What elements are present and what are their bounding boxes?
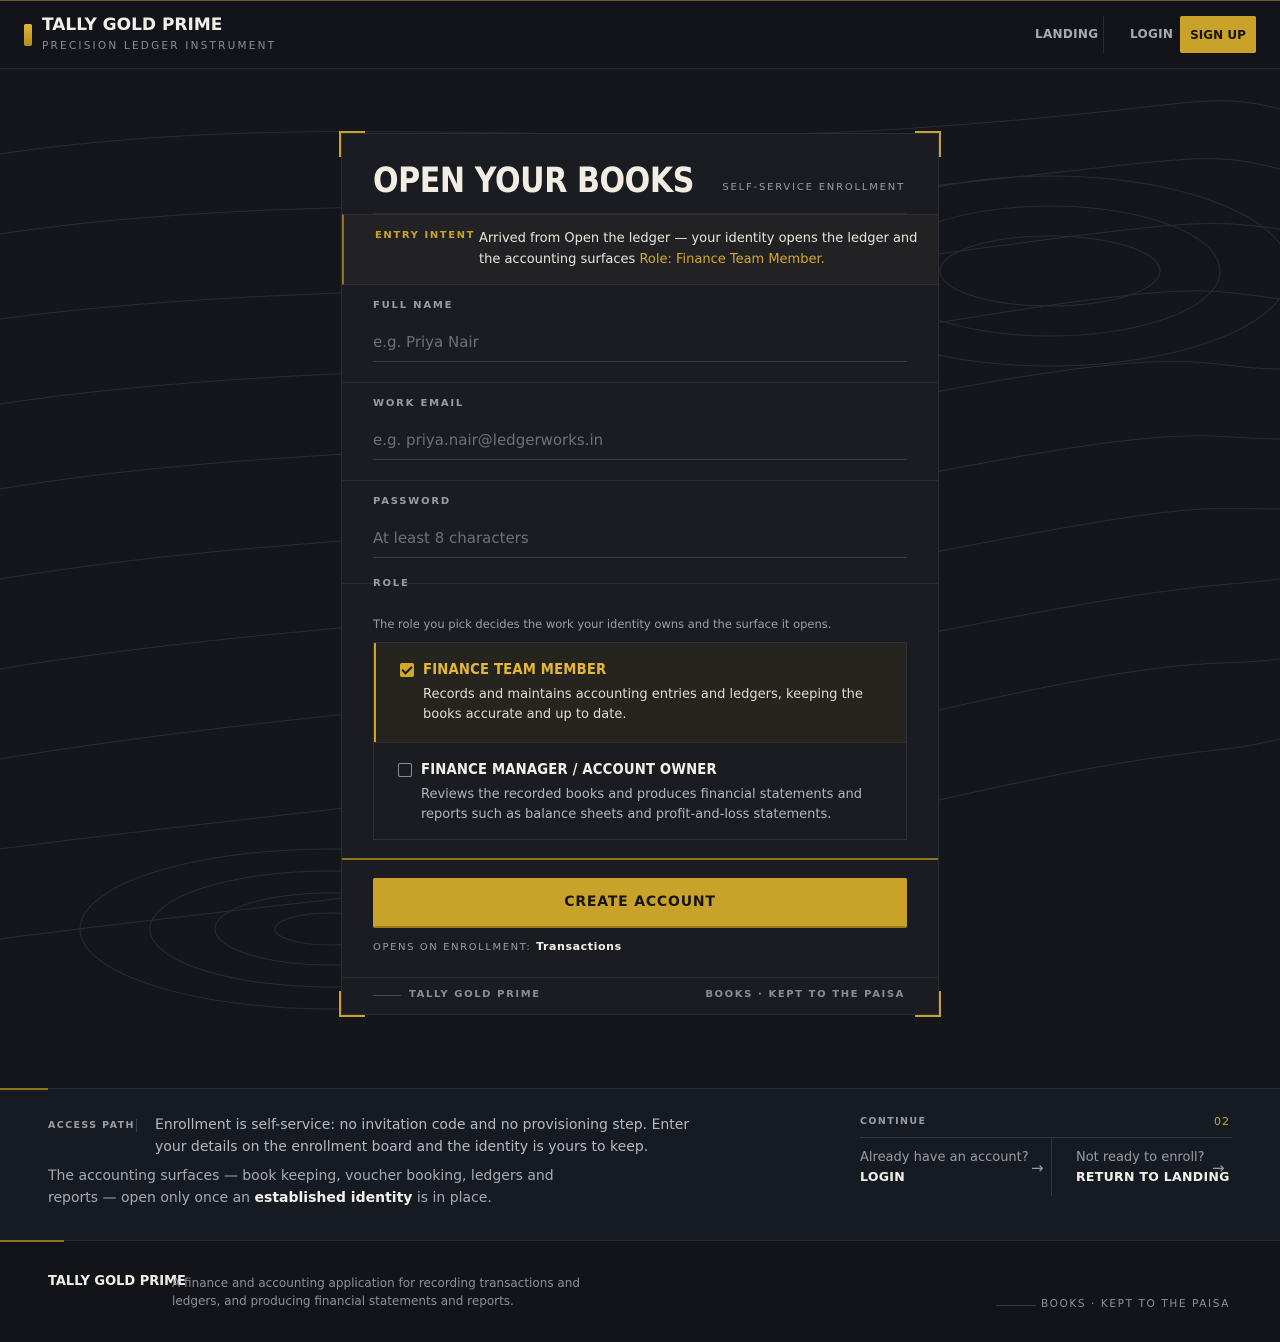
entry-intent-role: Role: Finance Team Member. (639, 252, 825, 267)
opens-value: Transactions (536, 940, 622, 953)
password-label: PASSWORD (373, 496, 452, 507)
divider (136, 1119, 137, 1132)
nav-signup-button[interactable]: SIGN UP (1180, 16, 1256, 53)
card-tag: SELF-SERVICE ENROLLMENT (722, 182, 905, 193)
opens-on-enrollment: OPENS ON ENROLLMENT: Transactions (373, 940, 622, 953)
divider (1051, 1138, 1052, 1196)
nav-divider (1103, 16, 1104, 53)
full-name-label: FULL NAME (373, 300, 454, 311)
create-account-button[interactable]: CREATE ACCOUNT (373, 878, 907, 928)
role-label: ROLE (373, 578, 410, 589)
work-email-field: WORK EMAIL (342, 383, 938, 481)
divider (342, 977, 938, 978)
full-name-field: FULL NAME (342, 285, 938, 383)
role-option-title: FINANCE MANAGER / ACCOUNT OWNER (421, 760, 717, 778)
footer-tagline: BOOKS · KEPT TO THE PAISA (1041, 1298, 1230, 1310)
card-footer-brand: TALLY GOLD PRIME (409, 989, 541, 1000)
checkbox-unchecked-icon[interactable] (398, 763, 412, 777)
entry-intent-label: ENTRY INTENT (375, 230, 476, 241)
access-path-text: Enrollment is self-service: no invitatio… (155, 1117, 690, 1155)
access-path-label: ACCESS PATH (48, 1120, 135, 1131)
divider (860, 1137, 1232, 1138)
accent-bar (0, 1088, 48, 1090)
landing-prompt: Not ready to enroll? (1076, 1150, 1205, 1165)
card-footer-tagline: BOOKS · KEPT TO THE PAISA (705, 989, 905, 1000)
brand-subtitle: PRECISION LEDGER INSTRUMENT (42, 40, 277, 52)
nav-login-link[interactable]: LOGIN (1130, 27, 1173, 41)
page-footer: TALLY GOLD PRIME A finance and accountin… (0, 1240, 1280, 1342)
opens-label: OPENS ON ENROLLMENT: (373, 942, 532, 953)
enrollment-card: OPEN YOUR BOOKS SELF-SERVICE ENROLLMENT … (341, 133, 939, 1015)
password-field: PASSWORD (342, 481, 938, 584)
checkbox-checked-icon[interactable] (400, 663, 414, 677)
work-email-label: WORK EMAIL (373, 398, 465, 409)
divider (996, 1305, 1036, 1306)
divider (373, 995, 401, 996)
brand-logo-icon (24, 24, 32, 46)
login-link[interactable]: LOGIN (860, 1169, 905, 1184)
card-title: OPEN YOUR BOOKS (373, 161, 694, 201)
divider (342, 858, 938, 860)
note-text-post: is in place. (412, 1190, 492, 1206)
role-option-title: FINANCE TEAM MEMBER (423, 660, 607, 678)
arrow-right-icon[interactable]: → (1031, 1159, 1044, 1177)
access-path-section: ACCESS PATH Enrollment is self-service: … (0, 1088, 1280, 1240)
continue-label: CONTINUE (860, 1116, 927, 1127)
role-option-desc: Records and maintains accounting entries… (423, 687, 863, 722)
work-email-input[interactable] (373, 420, 907, 460)
brand-name[interactable]: TALLY GOLD PRIME (42, 15, 222, 35)
footer-description: A finance and accounting application for… (172, 1276, 580, 1308)
arrow-right-icon[interactable]: → (1212, 1159, 1225, 1177)
full-name-input[interactable] (373, 322, 907, 362)
entry-intent-panel: ENTRY INTENT Arrived from Open the ledge… (342, 214, 938, 285)
login-prompt: Already have an account? (860, 1150, 1029, 1165)
role-option-desc: Reviews the recorded books and produces … (421, 787, 863, 822)
accent-bar (0, 1240, 64, 1242)
footer-brand: TALLY GOLD PRIME (48, 1274, 186, 1289)
role-option-finance-manager[interactable]: FINANCE MANAGER / ACCOUNT OWNER Reviews … (374, 742, 906, 841)
step-number: 02 (1214, 1115, 1230, 1128)
return-to-landing-link[interactable]: RETURN TO LANDING (1076, 1169, 1230, 1184)
top-bar: TALLY GOLD PRIME PRECISION LEDGER INSTRU… (0, 0, 1280, 69)
nav-landing-link[interactable]: LANDING (1035, 27, 1098, 41)
role-options: FINANCE TEAM MEMBER Records and maintain… (373, 642, 907, 840)
role-help-text: The role you pick decides the work your … (373, 617, 832, 631)
password-input[interactable] (373, 518, 907, 558)
role-option-finance-team-member[interactable]: FINANCE TEAM MEMBER Records and maintain… (374, 643, 906, 742)
note-text-bold: established identity (254, 1190, 413, 1206)
entry-intent-text: Arrived from Open the ledger — your iden… (479, 228, 919, 270)
access-path-note: The accounting surfaces — book keeping, … (48, 1165, 588, 1209)
